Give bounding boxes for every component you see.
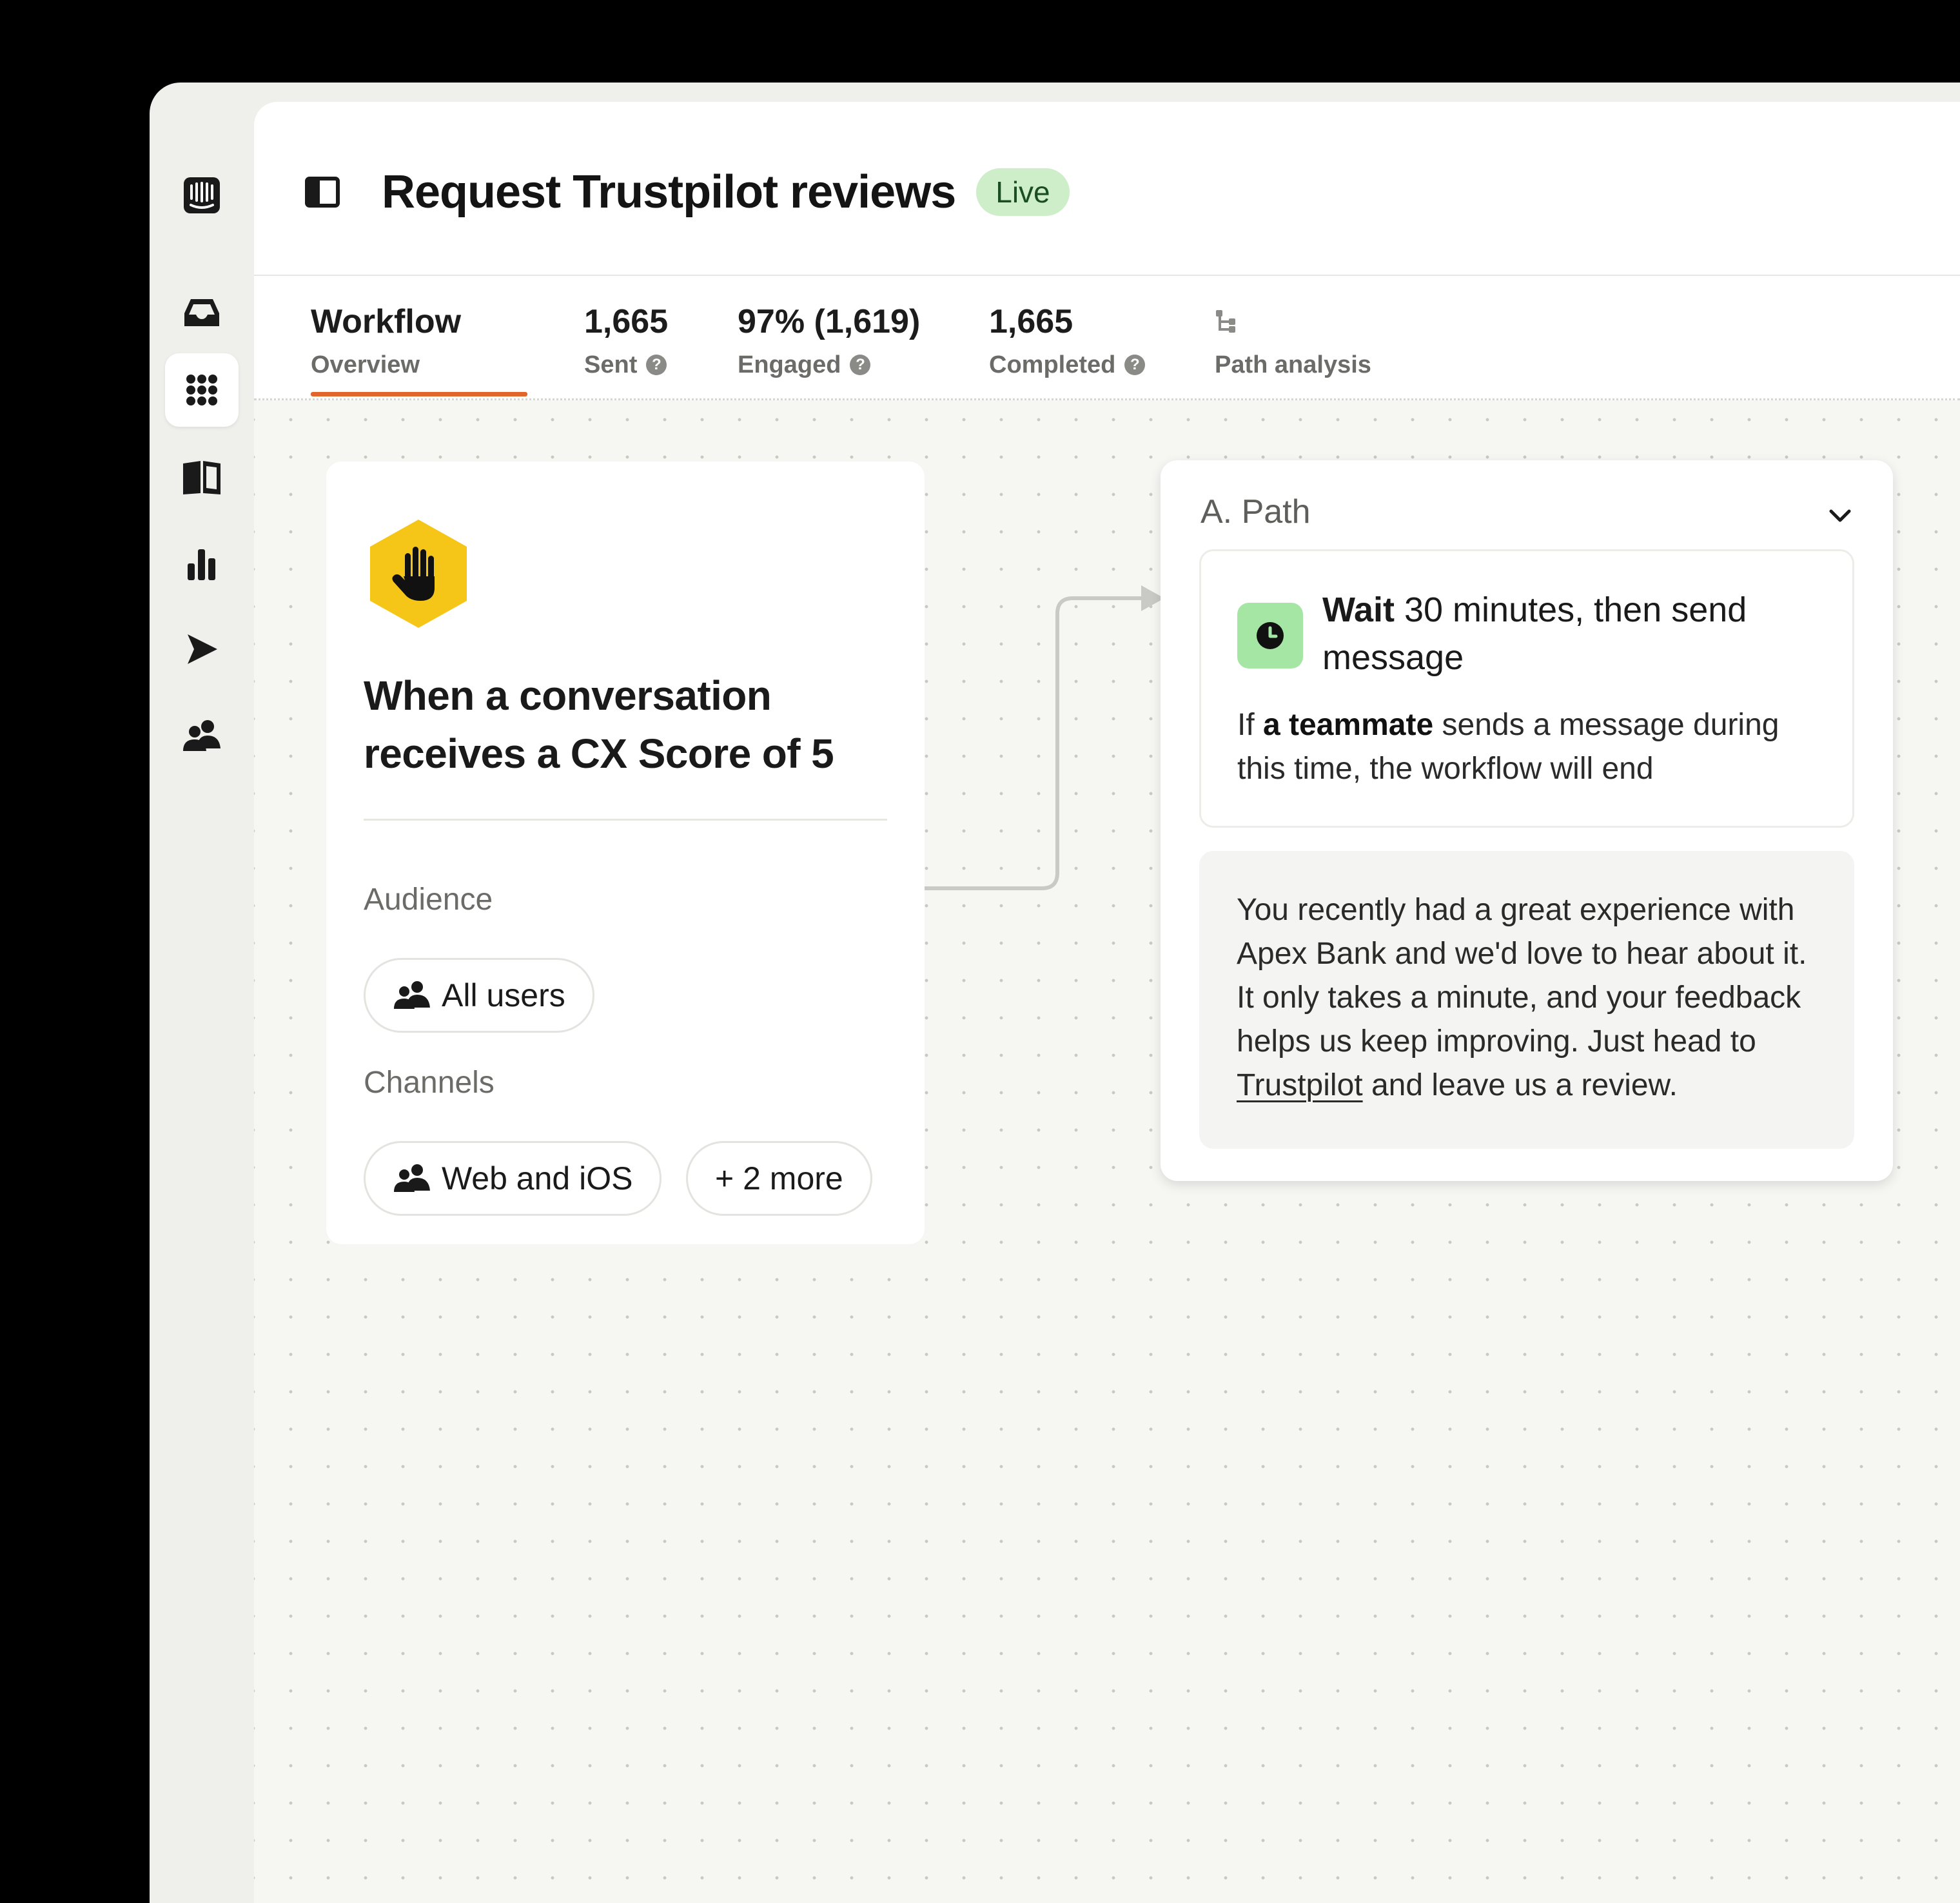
divider [364,819,887,821]
contacts-people-icon[interactable] [165,699,239,772]
tab-engaged[interactable]: 97% (1,619) Engaged ? [738,299,920,383]
channels-label: Channels [364,1066,495,1100]
tab-sent[interactable]: 1,665 Sent ? [584,299,668,383]
path-analysis-icon [1216,310,1235,333]
status-badge: Live [976,168,1070,216]
stat-value: 1,665 [989,303,1073,340]
page-header: Request Trustpilot reviews Live [254,102,1960,275]
stat-value: 97% (1,619) [738,303,921,340]
apps-grid-icon[interactable] [165,353,239,427]
audience-value: All users [442,977,565,1013]
message-body: You recently had a great experience with… [1237,888,1830,1108]
inbox-icon[interactable] [165,276,239,349]
wait-step[interactable]: Wait 30 minutes, then send message If a … [1199,549,1854,828]
main-panel: Request Trustpilot reviews Live Workflow… [254,102,1960,1903]
users-icon [394,1164,430,1192]
channels-value: Web and iOS [442,1160,633,1196]
knowledge-book-icon[interactable] [165,441,239,514]
intercom-logo-icon[interactable] [165,159,239,232]
outbound-send-icon[interactable] [165,612,239,686]
stat-label: Completed [989,351,1116,378]
trigger-title: When a conversation receives a CX Score … [364,672,834,777]
stats-tab-bar: Workflow Overview 1,665 Sent ? 97% (1,61… [254,276,1960,400]
stat-label: Path analysis [1215,351,1371,378]
message-after: and leave us a review. [1362,1068,1678,1102]
reports-chart-icon[interactable] [165,527,239,601]
trustpilot-link[interactable]: Trustpilot [1237,1068,1363,1102]
page-title: Request Trustpilot reviews [382,166,956,218]
audience-label: Audience [364,883,493,917]
tab-path-analysis[interactable]: Path analysis [1215,299,1371,383]
tab-completed[interactable]: 1,665 Completed ? [989,299,1146,383]
note-teammate: a teammate [1263,708,1434,742]
stat-value: 1,665 [584,303,669,340]
note-prefix: If [1237,708,1264,742]
help-icon[interactable]: ? [646,355,667,375]
nav-rail [150,83,254,1903]
trigger-card[interactable]: When a conversation receives a CX Score … [326,462,925,1244]
help-icon[interactable]: ? [850,355,871,375]
title-row: Request Trustpilot reviews Live [304,160,1070,224]
message-before: You recently had a great experience with… [1237,893,1807,1059]
audience-pill[interactable]: All users [364,958,594,1033]
stat-label: Sent [584,351,638,378]
more-channels-pill[interactable]: + 2 more [686,1141,872,1216]
wait-heading: Wait 30 minutes, then send message [1322,586,1825,681]
more-channels-label: + 2 more [715,1160,843,1196]
tab-workflow-overview[interactable]: Workflow Overview [311,299,461,383]
app-shell: Request Trustpilot reviews Live Workflow… [150,83,1960,1903]
users-icon [394,981,430,1009]
stat-label: Overview [311,351,420,378]
stat-label: Engaged [738,351,841,378]
wait-condition: If a teammate sends a message during thi… [1237,703,1830,791]
clock-icon [1237,603,1303,668]
chevron-down-icon[interactable] [1826,502,1854,530]
sidebar-toggle-icon[interactable] [304,174,340,210]
active-tab-indicator [311,392,527,396]
path-card[interactable]: A. Path Wait 30 minutes, then send messa… [1161,460,1893,1181]
message-step[interactable]: You recently had a great experience with… [1199,851,1854,1149]
path-label: A. Path [1200,493,1311,531]
wait-keyword: Wait [1322,590,1395,629]
channels-pill[interactable]: Web and iOS [364,1141,662,1216]
help-icon[interactable]: ? [1124,355,1146,375]
stat-value: Workflow [311,303,462,340]
stop-hand-icon [370,520,467,628]
path-connector [922,585,1164,890]
